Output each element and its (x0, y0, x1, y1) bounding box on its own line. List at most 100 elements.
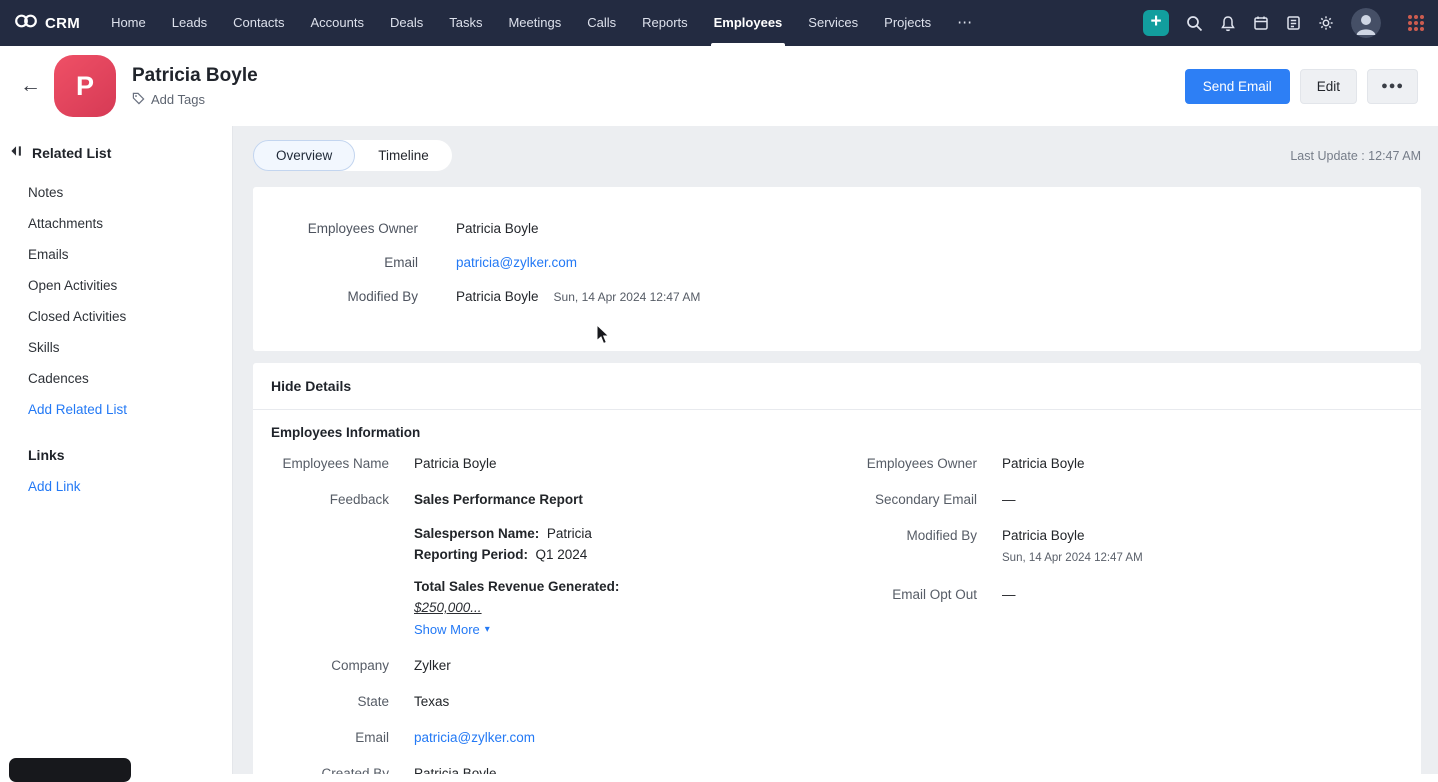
show-more-link[interactable]: Show More ▾ (414, 620, 619, 639)
back-button[interactable]: ← (20, 74, 52, 98)
field-value: Zylker (414, 658, 451, 673)
field-row-employees-name: Employees Name Patricia Boyle (271, 454, 815, 473)
record-header: ← P Patricia Boyle Add Tags Send Email E… (0, 46, 1438, 126)
nav-more-button[interactable]: ⋯ (944, 0, 986, 46)
field-row-created-by: Created By Patricia Boyle Sun, 14 Apr 20… (271, 764, 815, 774)
sidebar-item-emails[interactable]: Emails (0, 239, 232, 270)
email-link[interactable]: patricia@zylker.com (456, 255, 577, 270)
more-actions-button[interactable]: ●●● (1367, 68, 1418, 104)
nav-item-contacts[interactable]: Contacts (220, 0, 297, 46)
nav-item-tasks[interactable]: Tasks (436, 0, 495, 46)
related-list-header[interactable]: Related List (0, 144, 232, 177)
add-tags-button[interactable]: Add Tags (132, 92, 258, 108)
nav-item-leads[interactable]: Leads (159, 0, 220, 46)
view-tabs: Overview Timeline (253, 140, 452, 171)
field-row-email-opt-out: Email Opt Out — (859, 585, 1403, 604)
tabs-row: Overview Timeline Last Update : 12:47 AM (253, 140, 1421, 171)
details-card: Hide Details Employees Information Emplo… (253, 363, 1421, 774)
top-navigation: CRM Home Leads Contacts Accounts Deals T… (0, 0, 1438, 46)
field-value: Patricia Boyle Sun, 14 Apr 2024 12:47 AM (456, 288, 701, 304)
quick-create-button[interactable]: + (1143, 10, 1169, 36)
nav-item-employees[interactable]: Employees (701, 0, 796, 46)
feedback-period: Reporting Period: Q1 2024 (414, 547, 588, 562)
field-value: Patricia Boyle Sun, 14 Apr 2024 12:24 AM (414, 766, 497, 774)
field-label: Company (331, 658, 389, 673)
crm-logo[interactable]: CRM (14, 13, 80, 34)
page-title: Patricia Boyle (132, 64, 258, 86)
nav-item-reports[interactable]: Reports (629, 0, 701, 46)
nav-item-services[interactable]: Services (795, 0, 871, 46)
tag-icon (132, 92, 145, 108)
collapse-panel-icon[interactable] (10, 144, 23, 162)
nav-item-calls[interactable]: Calls (574, 0, 629, 46)
field-label: Email Opt Out (892, 587, 977, 602)
field-row-employees-owner: Employees Owner Patricia Boyle (859, 454, 1403, 473)
links-section-title: Links (28, 447, 65, 463)
feedback-revenue-label: Total Sales Revenue Generated: (414, 579, 620, 594)
employees-information-title: Employees Information (271, 425, 421, 440)
email-link[interactable]: patricia@zylker.com (414, 730, 535, 745)
sidebar-item-closed-activities[interactable]: Closed Activities (0, 301, 232, 332)
field-row-secondary-email: Secondary Email — (859, 490, 1403, 509)
feedback-revenue-value: $250,000... (414, 600, 482, 615)
tab-overview[interactable]: Overview (253, 140, 356, 171)
edit-button[interactable]: Edit (1299, 68, 1358, 104)
field-value: Patricia Boyle (1002, 456, 1085, 471)
last-update-text: Last Update : 12:47 AM (1290, 148, 1421, 163)
modified-date: Sun, 14 Apr 2024 12:47 AM (1002, 552, 1143, 564)
apps-grid-icon[interactable] (1406, 13, 1426, 33)
field-row-company: Company Zylker (271, 656, 815, 675)
title-block: Patricia Boyle Add Tags (132, 65, 258, 108)
field-label: Email (384, 254, 418, 270)
nav-item-meetings[interactable]: Meetings (495, 0, 574, 46)
feedback-title: Sales Performance Report (414, 492, 583, 507)
send-email-button[interactable]: Send Email (1184, 68, 1290, 104)
field-row-state: State Texas (271, 692, 815, 711)
search-icon[interactable] (1186, 15, 1203, 32)
add-link-link[interactable]: Add Link (0, 471, 232, 502)
details-right-column: Employees Owner Patricia Boyle Secondary… (859, 454, 1403, 774)
modified-date: Sun, 14 Apr 2024 12:47 AM (553, 289, 701, 304)
billing-icon[interactable] (1286, 15, 1301, 31)
settings-gear-icon[interactable] (1318, 15, 1334, 31)
field-label: Email (355, 730, 389, 745)
nav-right-icons: + (1143, 8, 1426, 38)
details-left-column: Employees Name Patricia Boyle Feedback S… (271, 454, 815, 774)
field-label: Employees Owner (866, 456, 977, 471)
related-list-title: Related List (32, 145, 112, 161)
field-value: Texas (414, 694, 450, 709)
summary-row-modified-by: Modified By Patricia Boyle Sun, 14 Apr 20… (253, 279, 1421, 313)
bottom-toast (9, 758, 131, 782)
add-tags-label: Add Tags (151, 92, 205, 107)
tab-timeline[interactable]: Timeline (355, 140, 452, 171)
field-label: Employees Owner (307, 220, 418, 236)
notifications-icon[interactable] (1220, 15, 1236, 32)
brand-text: CRM (45, 14, 81, 32)
sidebar-item-cadences[interactable]: Cadences (0, 363, 232, 394)
field-value: Patricia Boyle (414, 456, 497, 471)
calendar-icon[interactable] (1253, 15, 1269, 31)
user-avatar[interactable] (1351, 8, 1381, 38)
field-row-feedback: Feedback Sales Performance Report Salesp… (271, 490, 815, 639)
field-label: Modified By (906, 528, 977, 543)
summary-row-owner: Employees Owner Patricia Boyle (253, 211, 1421, 245)
sidebar-item-open-activities[interactable]: Open Activities (0, 270, 232, 301)
related-list-sidebar: Related List Notes Attachments Emails Op… (0, 126, 233, 774)
nav-item-accounts[interactable]: Accounts (297, 0, 376, 46)
field-label: Modified By (347, 288, 418, 304)
summary-card: Employees Owner Patricia Boyle Email pat… (253, 187, 1421, 351)
sidebar-item-notes[interactable]: Notes (0, 177, 232, 208)
feedback-rich-text: Sales Performance Report Salesperson Nam… (414, 490, 619, 639)
sidebar-item-skills[interactable]: Skills (0, 332, 232, 363)
nav-item-deals[interactable]: Deals (377, 0, 436, 46)
field-label: State (357, 694, 389, 709)
field-value: — (1002, 587, 1016, 602)
field-row-email: Email patricia@zylker.com (271, 728, 815, 747)
add-related-list-link[interactable]: Add Related List (0, 394, 232, 425)
feedback-salesperson: Salesperson Name: Patricia (414, 526, 592, 541)
nav-item-projects[interactable]: Projects (871, 0, 944, 46)
nav-item-home[interactable]: Home (98, 0, 159, 46)
field-label: Secondary Email (874, 492, 977, 507)
hide-details-toggle[interactable]: Hide Details (253, 363, 1421, 410)
sidebar-item-attachments[interactable]: Attachments (0, 208, 232, 239)
